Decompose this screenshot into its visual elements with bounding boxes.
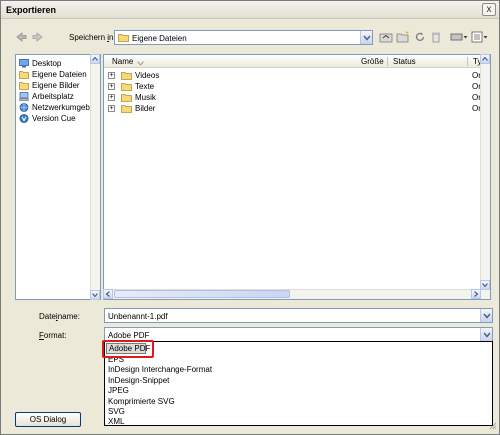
sort-desc-icon [137, 59, 144, 68]
desktop-icon [19, 59, 29, 68]
column-status[interactable]: Status [393, 57, 416, 66]
format-select[interactable]: Adobe PDF [104, 327, 493, 342]
format-option[interactable]: Komprimierte SVG [108, 397, 175, 407]
scroll-up-icon[interactable] [90, 54, 100, 64]
title-bar: Exportieren x [1, 1, 499, 19]
file-list-vscrollbar[interactable] [480, 54, 490, 299]
chevron-down-icon[interactable] [480, 309, 492, 322]
file-list: Name Größe Status Typ + Videos Or + Text… [103, 54, 491, 300]
view-menu-icon[interactable] [471, 31, 489, 43]
scroll-thumb[interactable] [114, 290, 290, 298]
folder-icon [19, 81, 29, 90]
list-item[interactable]: + Videos Or [104, 70, 481, 81]
expand-icon[interactable]: + [108, 72, 115, 79]
computer-icon [19, 92, 29, 101]
refresh-icon[interactable] [413, 31, 427, 43]
format-option[interactable]: InDesign Interchange-Format [108, 365, 212, 375]
save-location-value: Eigene Dateien [132, 34, 187, 43]
folder-icon [19, 70, 29, 79]
chevron-down-icon[interactable] [480, 328, 492, 341]
dialog-title: Exportieren [6, 5, 57, 15]
column-name[interactable]: Name [112, 57, 133, 66]
file-list-hscrollbar[interactable] [103, 289, 481, 299]
trash-icon[interactable] [429, 31, 443, 43]
format-option[interactable]: JPEG [108, 386, 129, 396]
places-scrollbar[interactable] [90, 54, 100, 300]
format-dropdown-list: Adobe PDF EPS InDesign Interchange-Forma… [104, 341, 493, 426]
back-arrow-icon[interactable] [15, 31, 27, 43]
scroll-up-icon[interactable] [480, 54, 490, 64]
places-panel: Desktop Eigene Dateien Eigene Bilder Arb… [15, 54, 101, 300]
save-location-dropdown[interactable]: Eigene Dateien [114, 30, 373, 45]
export-dialog: Exportieren x Speichern in: Eigene Datei… [0, 0, 500, 435]
annotation-highlight-box [102, 340, 154, 358]
close-button[interactable]: x [482, 3, 496, 16]
file-list-header: Name Größe Status Typ [104, 55, 486, 68]
list-item[interactable]: + Musik Or [104, 92, 481, 103]
filename-label: Dateiname: [39, 312, 80, 321]
forward-arrow-icon[interactable] [32, 31, 44, 43]
folder-icon [118, 33, 129, 44]
column-separator [387, 57, 388, 66]
save-in-label: Speichern in: [69, 33, 116, 42]
os-dialog-button[interactable]: OS Dialog [15, 412, 81, 427]
format-option[interactable]: InDesign-Snippet [108, 376, 169, 386]
chevron-down-icon [360, 31, 372, 44]
folder-icon [121, 104, 132, 115]
version-cue-icon [19, 114, 29, 123]
format-option[interactable]: XML [108, 417, 124, 427]
expand-icon[interactable]: + [108, 105, 115, 112]
drive-menu-icon[interactable] [450, 31, 468, 43]
expand-icon[interactable]: + [108, 83, 115, 90]
scroll-right-icon[interactable] [471, 289, 481, 299]
format-label: Format: [39, 331, 67, 340]
filename-value: Unbenannt-1.pdf [108, 312, 168, 321]
filename-input[interactable]: Unbenannt-1.pdf [104, 308, 493, 323]
network-icon [19, 103, 29, 112]
list-item[interactable]: + Bilder Or [104, 103, 481, 115]
column-separator [467, 57, 468, 66]
expand-icon[interactable]: + [108, 94, 115, 101]
format-option[interactable]: SVG [108, 407, 125, 417]
list-item[interactable]: + Texte Or [104, 81, 481, 92]
format-value: Adobe PDF [108, 331, 150, 340]
new-folder-icon[interactable] [396, 31, 410, 43]
column-size[interactable]: Größe [361, 57, 384, 66]
resize-grip-icon[interactable] [489, 422, 497, 432]
scroll-down-icon[interactable] [480, 280, 490, 290]
up-folder-icon[interactable] [379, 31, 393, 43]
scroll-down-icon[interactable] [90, 290, 100, 300]
scroll-left-icon[interactable] [103, 289, 113, 299]
